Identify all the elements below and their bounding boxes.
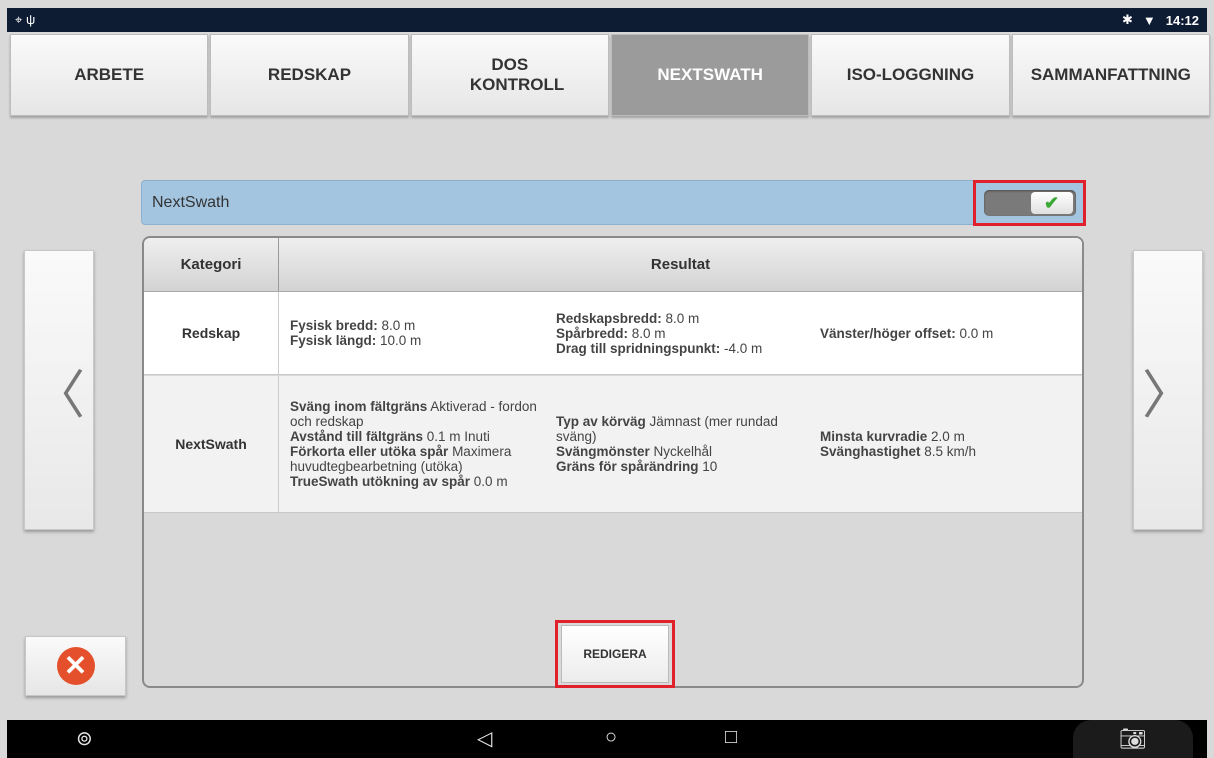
result-line: Redskapsbredd: 8.0 m bbox=[556, 310, 700, 326]
status-bar: ⌖ ψ ✱ ▼ 14:12 bbox=[7, 8, 1207, 32]
back-icon[interactable]: ◁ bbox=[477, 726, 492, 751]
toggle-highlight: ✔ bbox=[973, 180, 1086, 226]
previous-button[interactable]: 〈 bbox=[24, 250, 94, 530]
tab-sammanfattning[interactable]: SAMMANFATTNING bbox=[1011, 34, 1210, 116]
wifi-icon: ▼ bbox=[1142, 12, 1156, 28]
tab-redskap[interactable]: REDSKAP bbox=[210, 34, 409, 116]
nextswath-toggle[interactable]: ✔ bbox=[983, 190, 1076, 216]
header-result: Resultat bbox=[650, 256, 711, 273]
result-line: Svängmönster Nyckelhål bbox=[556, 444, 713, 459]
result-line: Typ av körväg Jämnast (mer rundad sväng) bbox=[556, 414, 778, 444]
edit-button[interactable]: REDIGERA bbox=[561, 625, 669, 683]
system-nav-bar: ⊚ ◁ ○ □ 📷︎ bbox=[7, 720, 1207, 758]
cancel-button[interactable]: ✕ bbox=[25, 636, 126, 696]
chevron-left-icon: 〈 bbox=[32, 366, 85, 425]
usb-icon: ψ bbox=[25, 12, 36, 27]
checkmark-icon: ✔ bbox=[1030, 192, 1073, 214]
result-line: Minsta kurvradie 2.0 m bbox=[820, 429, 965, 444]
recents-icon[interactable]: □ bbox=[725, 726, 737, 749]
row-category: Redskap bbox=[144, 292, 279, 374]
result-line: TrueSwath utökning av spår 0.0 m bbox=[290, 474, 508, 489]
close-icon: ✕ bbox=[56, 647, 95, 685]
tab-arbete[interactable]: ARBETE bbox=[10, 34, 209, 116]
status-right: ✱ ▼ 14:12 bbox=[1122, 12, 1199, 28]
result-cell: Sväng inom fältgräns Aktiverad - fordon … bbox=[290, 376, 540, 512]
tab-dos-kontroll-label: DOS KONTROLL bbox=[469, 55, 565, 94]
result-cell: Typ av körväg Jämnast (mer rundad sväng)… bbox=[556, 376, 810, 512]
tab-iso-loggning[interactable]: ISO-LOGGNING bbox=[811, 34, 1010, 116]
result-line: Fysisk bredd: 8.0 m bbox=[290, 318, 416, 333]
nextswath-title: NextSwath bbox=[152, 194, 230, 211]
tab-bar: ARBETE REDSKAP DOS KONTROLL NEXTSWATH IS… bbox=[10, 34, 1212, 116]
table-header: Kategori Resultat bbox=[144, 238, 1082, 292]
tab-nextswath[interactable]: NEXTSWATH bbox=[610, 34, 810, 116]
table-row: Redskap Fysisk bredd: 8.0 m Fysisk längd… bbox=[144, 292, 1082, 375]
tab-dos-kontroll[interactable]: DOS KONTROLL bbox=[410, 34, 609, 116]
result-line: Förkorta eller utöka spår Maximera huvud… bbox=[290, 444, 512, 474]
result-line: Gräns för spårändring 10 bbox=[556, 459, 718, 474]
result-line: Vänster/höger offset: 0.0 m bbox=[820, 325, 994, 341]
row-category: NextSwath bbox=[144, 376, 279, 512]
screenshot-button[interactable]: 📷︎ bbox=[1073, 720, 1193, 758]
status-left: ⌖ ψ bbox=[15, 12, 35, 28]
result-line: Avstånd till fältgräns 0.1 m Inuti bbox=[290, 429, 490, 444]
camera-icon: 📷︎ bbox=[1119, 726, 1147, 751]
result-cell: Vänster/höger offset: 0.0 m bbox=[820, 292, 1070, 374]
result-line: Spårbredd: 8.0 m bbox=[556, 325, 666, 341]
header-category: Kategori bbox=[144, 238, 279, 291]
edit-highlight: REDIGERA bbox=[555, 620, 675, 688]
result-line: Fysisk längd: 10.0 m bbox=[290, 333, 422, 348]
nextswath-header: NextSwath bbox=[141, 180, 1085, 225]
result-cell: Redskapsbredd: 8.0 m Spårbredd: 8.0 m Dr… bbox=[556, 292, 810, 374]
next-button[interactable]: 〉 bbox=[1133, 250, 1203, 530]
result-cell: Fysisk bredd: 8.0 m Fysisk längd: 10.0 m bbox=[290, 292, 540, 374]
result-cell: Minsta kurvradie 2.0 m Svänghastighet 8.… bbox=[820, 376, 1070, 512]
status-clock: 14:12 bbox=[1165, 12, 1199, 28]
chevron-right-icon: 〉 bbox=[1141, 366, 1194, 425]
home-icon[interactable]: ○ bbox=[605, 726, 617, 749]
brand-logo-icon[interactable]: ⊚ bbox=[76, 726, 93, 751]
bluetooth-icon: ✱ bbox=[1121, 12, 1133, 27]
result-line: Drag till spridningspunkt: -4.0 m bbox=[556, 340, 763, 356]
result-line: Sväng inom fältgräns Aktiverad - fordon … bbox=[290, 399, 537, 429]
table-row: NextSwath Sväng inom fältgräns Aktiverad… bbox=[144, 376, 1082, 513]
result-line: Svänghastighet 8.5 km/h bbox=[820, 444, 977, 459]
gps-icon: ⌖ bbox=[15, 12, 23, 27]
